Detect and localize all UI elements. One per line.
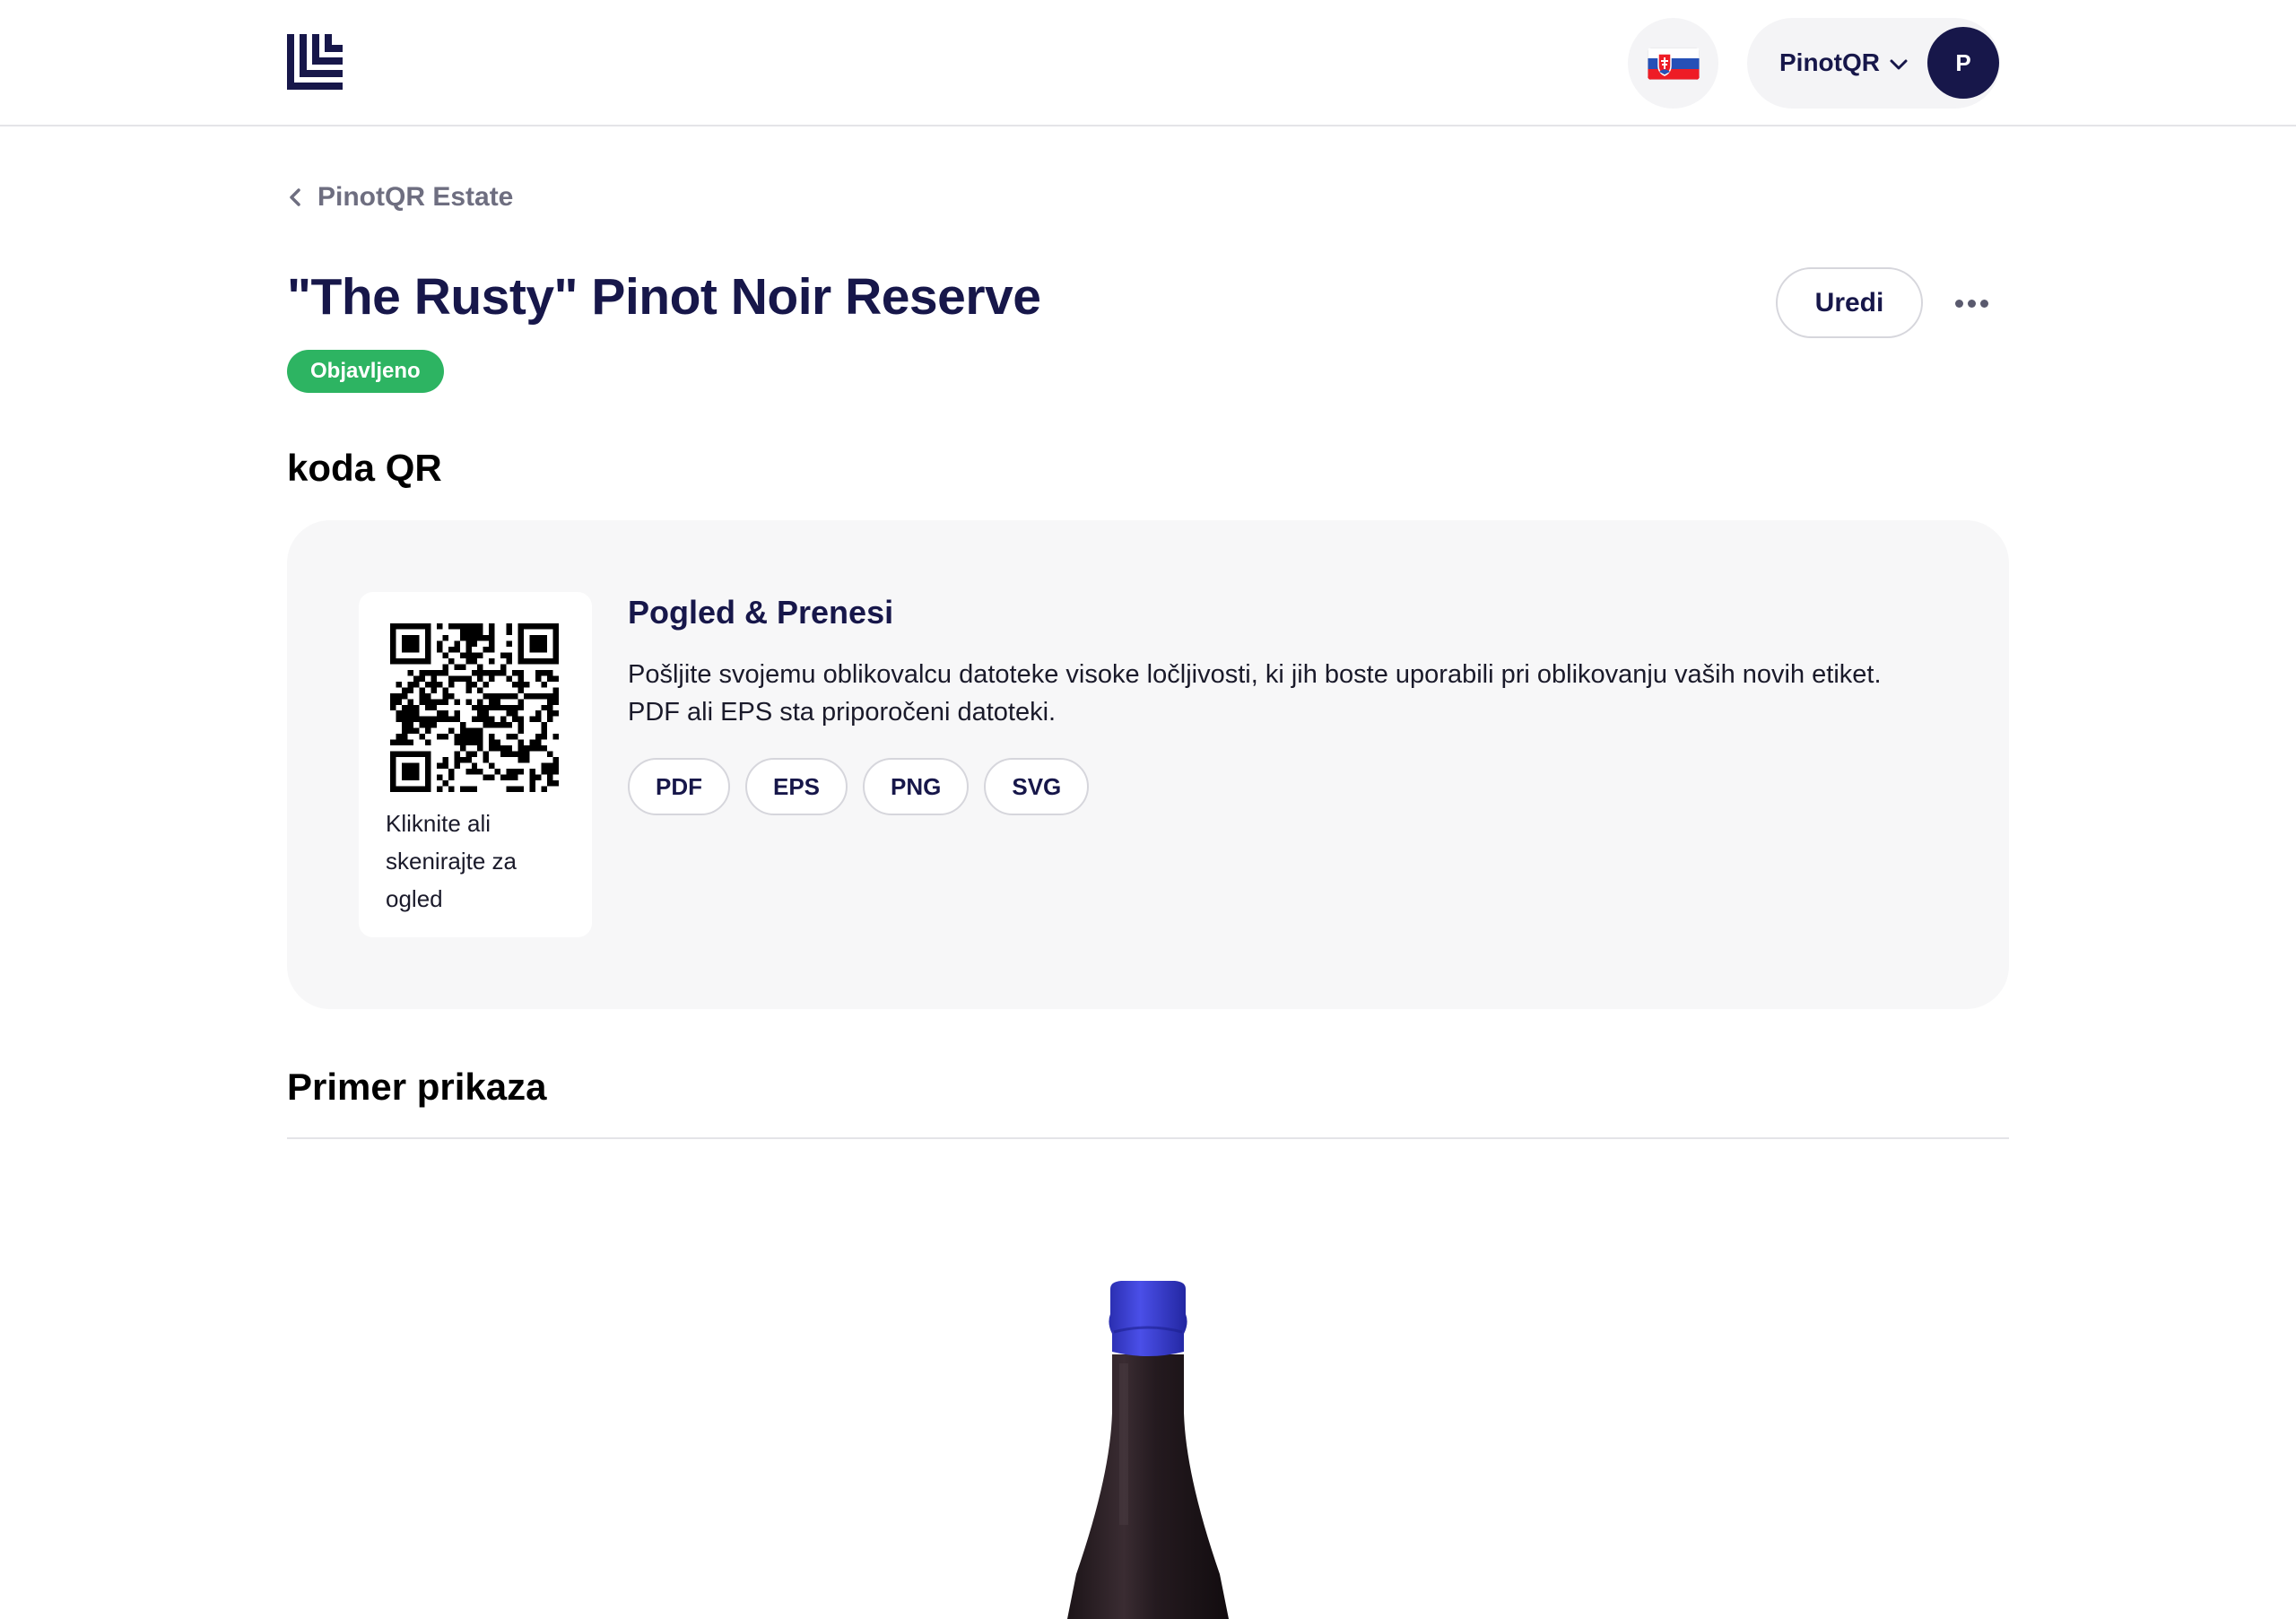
breadcrumb-label: PinotQR Estate [317, 182, 514, 212]
status-badge: Objavljeno [287, 350, 444, 393]
download-svg-button[interactable]: SVG [984, 758, 1090, 815]
qr-info-description: Pošljite svojemu oblikovalcu datoteke vi… [628, 660, 1882, 727]
wine-bottle-image [1067, 1281, 1229, 1619]
brand-logo-icon[interactable] [287, 34, 343, 90]
download-eps-button[interactable]: EPS [745, 758, 848, 815]
qr-section-title: koda QR [287, 447, 442, 489]
download-png-button[interactable]: PNG [863, 758, 970, 815]
more-options-button[interactable] [1946, 285, 1996, 321]
breadcrumb-back-link[interactable]: PinotQR Estate [287, 182, 513, 213]
avatar[interactable]: P [1927, 27, 1999, 99]
download-pdf-button[interactable]: PDF [628, 758, 730, 815]
account-menu-button[interactable]: PinotQR P [1747, 18, 2000, 109]
language-selector-button[interactable] [1628, 18, 1718, 109]
more-dot-icon [1967, 299, 1976, 308]
edit-button[interactable]: Uredi [1776, 267, 1923, 338]
qr-download-info: Pogled & Prenesi Pošljite svojemu obliko… [628, 592, 1937, 815]
qr-caption: Kliknite ali skenirajte za ogled [386, 810, 517, 912]
qr-code-image[interactable] [390, 623, 559, 792]
preview-section-title: Primer prikaza [287, 1066, 547, 1108]
qr-info-title: Pogled & Prenesi [628, 594, 894, 631]
page-title: "The Rusty" Pinot Noir Reserve [287, 268, 1041, 326]
chevron-left-icon [290, 188, 300, 206]
account-name: PinotQR [1779, 48, 1880, 76]
format-button-group: PDF EPS PNG SVG [628, 758, 1937, 815]
more-dot-icon [1979, 299, 1988, 308]
more-dot-icon [1954, 299, 1963, 308]
slovak-flag-icon [1647, 47, 1700, 80]
top-navigation-bar: PinotQR P [0, 0, 2296, 126]
section-divider [287, 1137, 2009, 1139]
qr-panel: Kliknite ali skenirajte za ogled Pogled … [287, 520, 2009, 1009]
chevron-down-icon [1890, 59, 1908, 70]
qr-preview-card[interactable]: Kliknite ali skenirajte za ogled [359, 592, 592, 937]
